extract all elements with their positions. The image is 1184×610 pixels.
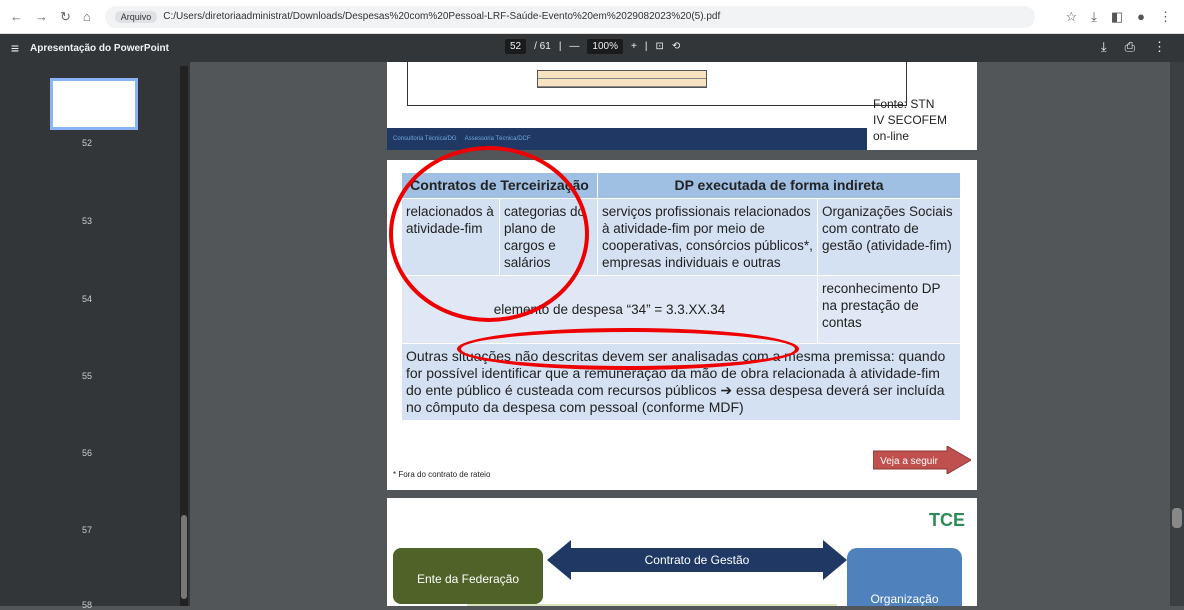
pdf-actions: ⤓ ⎙ ⋮ [1101,39,1166,55]
contrato-label: Contrato de Gestão [645,553,750,567]
org-box: Organização [847,548,962,606]
more-menu-icon[interactable]: ⋮ [1153,39,1166,55]
page-number-label[interactable]: 57 [0,525,182,535]
pdf-toolbar: ≡ Apresentação do PowerPoint 52 / 61 | —… [0,34,1184,62]
page-number-label[interactable]: 56 [0,448,182,458]
bookmark-star-icon[interactable]: ☆ [1065,9,1077,25]
double-arrow-icon: Contrato de Gestão [547,540,847,580]
browser-actions: ☆ ⤓ ◧ ● ⋮ [1065,9,1184,25]
divider: | [644,41,648,52]
back-icon[interactable]: ← [10,9,23,25]
veja-label: Veja a seguir [880,456,938,467]
tiny-table [537,70,707,88]
pdf-title: Apresentação do PowerPoint [30,42,169,54]
profile-avatar-icon[interactable]: ● [1137,9,1145,25]
sidepanel-icon[interactable]: ◧ [1111,9,1123,25]
print-icon[interactable]: ⎙ [1125,39,1135,55]
page-thumbnail-selected[interactable] [50,78,138,130]
slide-footer: Consultoria Técnica/DG Assessoria Técnic… [387,128,867,150]
nav-buttons: ← → ↻ ⌂ [0,9,91,25]
slide-prev: Fonte: STN IV SECOFEM on-line Consultori… [387,62,977,150]
rotate-icon[interactable]: ⟲ [672,41,680,52]
sidebar-scroll-thumb[interactable] [181,515,187,599]
fit-page-icon[interactable]: ⊡ [655,41,663,52]
page-number-label[interactable]: 52 [0,138,182,148]
footnote: * Fora do contrato de rateio [393,470,491,479]
tce-logo: TCE [929,510,965,530]
home-icon[interactable]: ⌂ [83,9,91,25]
browser-toolbar: ← → ↻ ⌂ Arquivo C:/Users/diretoriaadmini… [0,0,1184,34]
page-number-input[interactable]: 52 [505,39,527,54]
origin-chip[interactable]: Arquivo [114,10,158,23]
reload-icon[interactable]: ↻ [60,9,71,25]
source-text: Fonte: STN IV SECOFEM on-line [873,97,948,143]
page-number-label[interactable]: 53 [0,216,182,226]
pdf-viewer: Fonte: STN IV SECOFEM on-line Consultori… [190,62,1180,606]
cell-reconhecimento: reconhecimento DP na prestação de contas [817,275,961,344]
download-icon[interactable]: ⤓ [1091,9,1097,25]
ente-box: Ente da Federação [393,548,543,604]
page-number-label[interactable]: 54 [0,294,182,304]
more-menu-icon[interactable]: ⋮ [1159,9,1172,25]
thumbnail-sidebar: 52 53 54 55 56 57 58 [0,62,190,610]
page-controls: 52 / 61 | — 100% + | ⊡ ⟲ [505,39,680,54]
address-bar[interactable]: Arquivo C:/Users/diretoriaadministrat/Do… [104,5,1035,28]
cell-organizacoes: Organizações Sociais com contrato de ges… [817,198,961,276]
hamburger-menu-icon[interactable]: ≡ [0,40,30,56]
forward-icon[interactable]: → [35,9,48,25]
page-total: / 61 [534,41,551,52]
red-ellipse-annotation [457,328,799,370]
zoom-in-icon[interactable]: + [631,41,637,52]
header-dp-indireta: DP executada de forma indireta [597,172,961,199]
divider: | [558,41,562,52]
cell-servicos: serviços profissionais relacionados à at… [597,198,818,276]
page-number-label[interactable]: 55 [0,371,182,381]
zoom-input[interactable]: 100% [587,39,623,54]
url-text[interactable]: C:/Users/diretoriaadministrat/Downloads/… [163,11,720,22]
veja-arrow-icon: Veja a seguir [873,446,971,474]
download-icon[interactable]: ⤓ [1101,39,1107,55]
main-scroll-thumb[interactable] [1172,508,1182,528]
slide-next: TCE Ente da Federação Contrato de Gestão… [387,498,977,606]
red-circle-annotation [389,146,589,322]
page-number-label[interactable]: 58 [0,600,182,610]
zoom-out-icon[interactable]: — [569,41,579,52]
slide-current: Contratos de Terceirização DP executada … [387,146,977,490]
